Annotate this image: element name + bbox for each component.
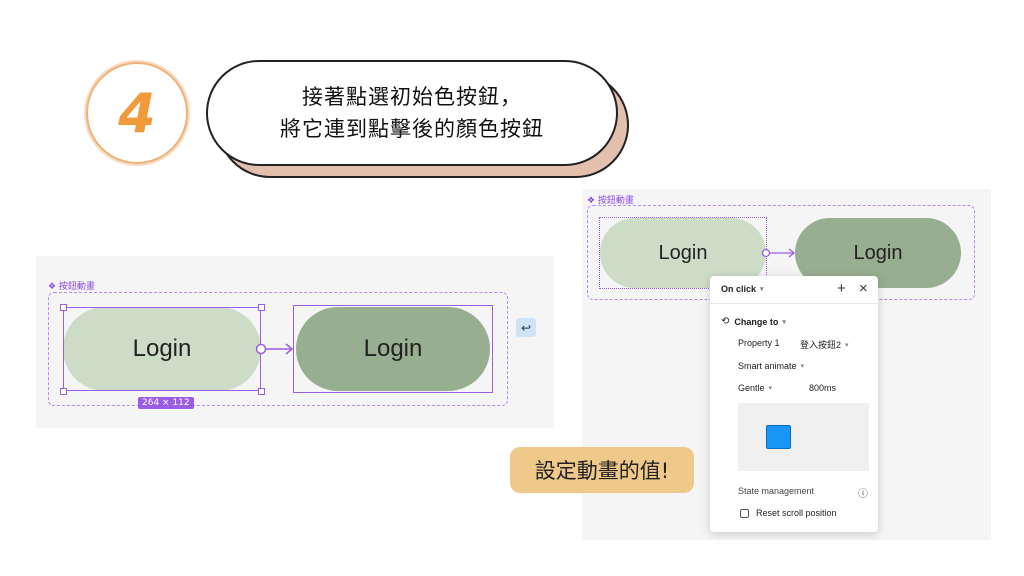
info-icon[interactable]: ⓘ [858,485,868,500]
step-number: 4 [118,81,156,145]
action-dropdown[interactable]: ⟲ Change to ▾ [721,316,786,327]
selection-box [63,307,261,391]
chevron-down-icon: ▾ [845,341,849,349]
animation-dropdown[interactable]: Smart animate ▾ [738,361,804,371]
divider [710,303,878,304]
prototype-connector-right[interactable] [760,244,798,264]
chevron-down-icon: ▾ [768,385,773,392]
chevron-down-icon: ▾ [800,363,805,370]
instruction-bubble: 接著點選初始色按鈕， 將它連到點擊後的顏色按鈕 [206,60,618,166]
easing-dropdown[interactable]: Gentle ▾ [738,383,772,393]
swap-icon: ⟲ [721,316,730,327]
target-selection-box [293,305,493,393]
trigger-dropdown[interactable]: On click ▾ [721,284,764,294]
instruction-line-1: 接著點選初始色按鈕， [302,85,522,109]
add-icon[interactable]: + [837,280,846,297]
close-icon[interactable]: × [859,280,868,297]
property-label: Property 1 [738,338,780,348]
instruction-line-2: 將它連到點擊後的顏色按鈕 [280,117,544,141]
preview-square [766,425,791,449]
size-badge: 264 × 112 [138,397,194,409]
reset-scroll-checkbox[interactable]: Reset scroll position [740,508,837,518]
property-value-dropdown[interactable]: 登入按鈕2 ▾ [800,338,849,351]
trigger-label: On click [721,284,757,294]
chevron-down-icon: ▾ [782,318,786,326]
undo-arrow-icon[interactable]: ↩ [516,318,536,337]
resize-handle[interactable] [258,388,265,395]
state-management-label: State management [738,486,815,496]
callout-note: 設定動畫的值! [510,447,694,493]
checkbox-box[interactable] [740,508,749,518]
animation-preview [738,403,869,471]
action-label: Change to [734,316,779,327]
resize-handle[interactable] [60,304,67,311]
interaction-popover: On click ▾ + × ⟲ Change to ▾ Property 1 … [710,276,878,532]
prototype-connector[interactable] [255,340,297,360]
resize-handle[interactable] [258,304,265,311]
chevron-down-icon: ▾ [760,286,764,293]
property-value: 登入按鈕2 [800,340,842,350]
reset-scroll-label: Reset scroll position [756,508,837,518]
easing-label: Gentle [738,383,765,393]
duration-input[interactable]: 800ms [809,383,836,393]
animation-label: Smart animate [738,361,797,371]
component-label[interactable]: ❖ 按鈕動畫 [48,279,95,292]
resize-handle[interactable] [60,388,67,395]
